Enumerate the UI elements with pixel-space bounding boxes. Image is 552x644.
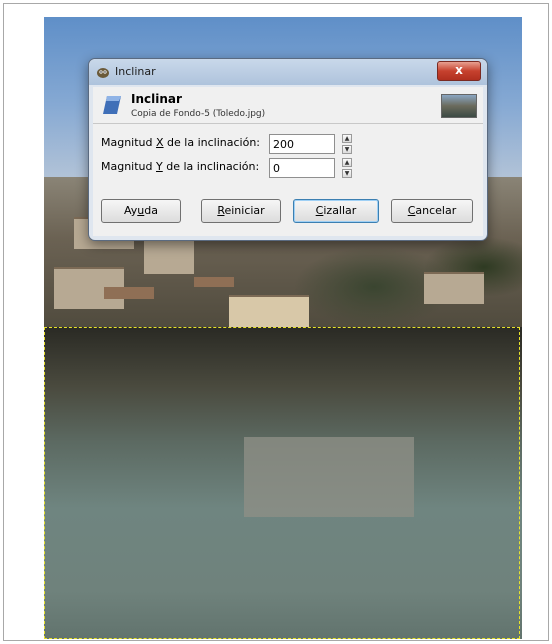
layer-thumbnail [441,94,477,118]
help-button[interactable]: Ayuda [101,199,181,223]
spin-down-icon[interactable]: ▼ [342,145,352,154]
shear-y-label: Magnitud Y de la inclinación: [101,160,260,173]
roof [194,277,234,287]
spin-up-icon[interactable]: ▲ [342,134,352,143]
dialog-body: Inclinar Copia de Fondo-5 (Toledo.jpg) M… [93,87,483,236]
dialog-titlebar[interactable]: Inclinar x [89,59,487,85]
spin-down-icon[interactable]: ▼ [342,169,352,178]
header-subtitle: Copia de Fondo-5 (Toledo.jpg) [131,109,266,119]
dialog-header: Inclinar Copia de Fondo-5 (Toledo.jpg) [93,87,483,124]
header-title: Inclinar [131,92,182,106]
cancel-button[interactable]: Cancelar [391,199,473,223]
shear-tool-icon [103,96,121,114]
spin-up-icon[interactable]: ▲ [342,158,352,167]
building [424,272,484,304]
reset-button[interactable]: Reiniciar [201,199,281,223]
gimp-wilber-icon [97,68,109,78]
shear-y-spinner[interactable]: ▲ ▼ [342,158,352,178]
shear-x-spinner[interactable]: ▲ ▼ [342,134,352,154]
shear-dialog: Inclinar x Inclinar Copia de Fondo-5 (To… [88,58,488,241]
roof [104,287,154,299]
dialog-title: Inclinar [115,65,156,78]
button-row: Ayuda Reiniciar Cizallar Cancelar [93,199,483,233]
shear-x-input[interactable]: 200 [269,134,335,154]
shear-y-input[interactable]: 0 [269,158,335,178]
close-button[interactable]: x [437,61,481,81]
shear-x-label: Magnitud X de la inclinación: [101,136,261,149]
shear-button[interactable]: Cizallar [293,199,379,223]
selection-marquee [44,327,520,639]
